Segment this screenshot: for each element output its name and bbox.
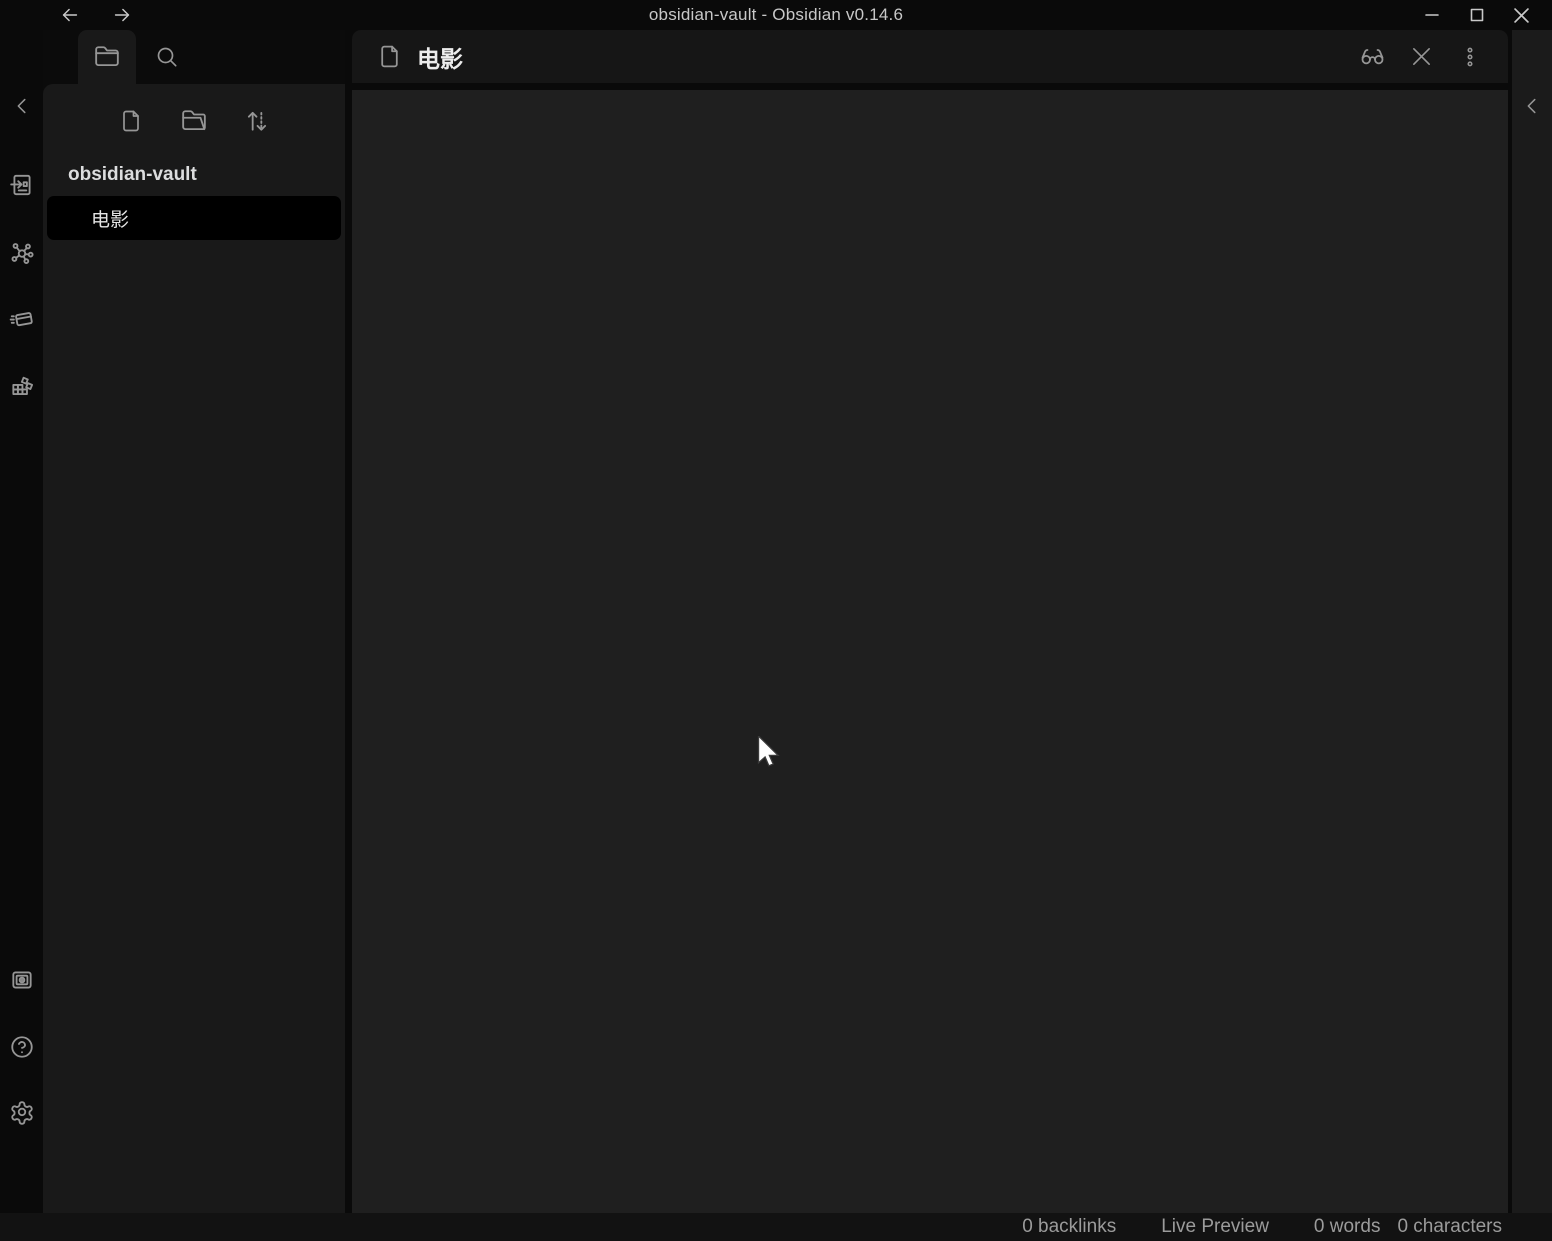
sort-order-button[interactable]	[237, 101, 277, 141]
settings-button[interactable]	[9, 1100, 35, 1126]
zettelkasten-note-icon	[9, 306, 35, 332]
app-body: obsidian-vault 电影	[0, 30, 1552, 1213]
new-note-button[interactable]	[111, 101, 151, 141]
more-options-icon	[1459, 46, 1481, 68]
collapse-left-sidebar-icon	[11, 95, 33, 117]
close-tab-button[interactable]	[1409, 45, 1433, 69]
forward-arrow-icon	[111, 4, 133, 26]
file-tree-item-label: 电影	[91, 205, 129, 232]
status-backlinks[interactable]: 0 backlinks	[1022, 1216, 1116, 1238]
view-header-divider	[352, 83, 1508, 90]
new-folder-icon	[181, 108, 207, 134]
search-icon	[155, 45, 179, 69]
left-ribbon	[0, 30, 43, 1213]
random-note-button[interactable]	[9, 373, 35, 399]
view-header-title-group: 电影	[377, 40, 463, 74]
sidebar-tab-header	[43, 30, 345, 84]
close-tab-icon	[1410, 45, 1433, 68]
new-note-icon	[119, 109, 143, 133]
right-ribbon	[1512, 30, 1552, 1213]
maximize-icon	[1470, 8, 1484, 22]
status-character-count: 0 characters	[1397, 1216, 1502, 1238]
left-sidebar: obsidian-vault 电影	[43, 30, 345, 1213]
editor-area[interactable]	[352, 90, 1508, 1213]
vault-name[interactable]: obsidian-vault	[43, 161, 345, 189]
view-actions	[1360, 45, 1482, 69]
close-icon	[1514, 8, 1529, 23]
file-explorer-panel: obsidian-vault 电影	[43, 84, 345, 1213]
window-controls	[1409, 0, 1544, 30]
tab-search[interactable]	[136, 30, 198, 84]
sort-order-icon	[244, 108, 270, 134]
file-tree-item[interactable]: 电影	[47, 196, 341, 240]
window-title: obsidian-vault - Obsidian v0.14.6	[649, 5, 903, 25]
quick-switcher-icon	[9, 172, 35, 198]
vault-switcher-icon	[9, 967, 35, 993]
view-title: 电影	[417, 40, 463, 74]
more-options-button[interactable]	[1458, 45, 1482, 69]
expand-right-sidebar-button[interactable]	[1519, 93, 1545, 119]
tab-file-explorer[interactable]	[78, 30, 136, 84]
quick-switcher-button[interactable]	[9, 172, 35, 198]
status-word-count: 0 words	[1314, 1216, 1381, 1238]
file-explorer-folder-icon	[94, 44, 120, 70]
explorer-actions	[43, 99, 345, 143]
minimize-icon	[1425, 8, 1439, 22]
view-header: 电影	[352, 30, 1508, 83]
titlebar: obsidian-vault - Obsidian v0.14.6	[0, 0, 1552, 30]
zettelkasten-note-button[interactable]	[9, 306, 35, 332]
reading-mode-button[interactable]	[1360, 45, 1384, 69]
maximize-button[interactable]	[1454, 0, 1499, 30]
sidebar-resize-handle[interactable]	[345, 30, 352, 1213]
graph-view-button[interactable]	[9, 240, 35, 266]
status-editor-mode[interactable]: Live Preview	[1161, 1216, 1269, 1238]
graph-view-icon	[9, 240, 35, 266]
navigate-back-button[interactable]	[57, 2, 83, 28]
minimize-button[interactable]	[1409, 0, 1454, 30]
close-window-button[interactable]	[1499, 0, 1544, 30]
help-button[interactable]	[9, 1034, 35, 1060]
expand-right-sidebar-icon	[1521, 95, 1543, 117]
back-arrow-icon	[59, 4, 81, 26]
help-icon	[9, 1034, 35, 1060]
vault-switcher-button[interactable]	[9, 967, 35, 993]
status-bar: 0 backlinks Live Preview 0 words 0 chara…	[0, 1213, 1552, 1241]
reading-mode-glasses-icon	[1360, 44, 1385, 69]
collapse-left-sidebar-button[interactable]	[9, 93, 35, 119]
new-folder-button[interactable]	[174, 101, 214, 141]
navigate-forward-button[interactable]	[109, 2, 135, 28]
random-note-icon	[9, 373, 35, 399]
main-pane: 电影	[352, 30, 1508, 1213]
obsidian-window: obsidian-vault - Obsidian v0.14.6	[0, 0, 1552, 1241]
note-file-icon	[377, 44, 402, 69]
file-tree: 电影	[43, 196, 345, 240]
settings-gear-icon	[9, 1100, 35, 1126]
